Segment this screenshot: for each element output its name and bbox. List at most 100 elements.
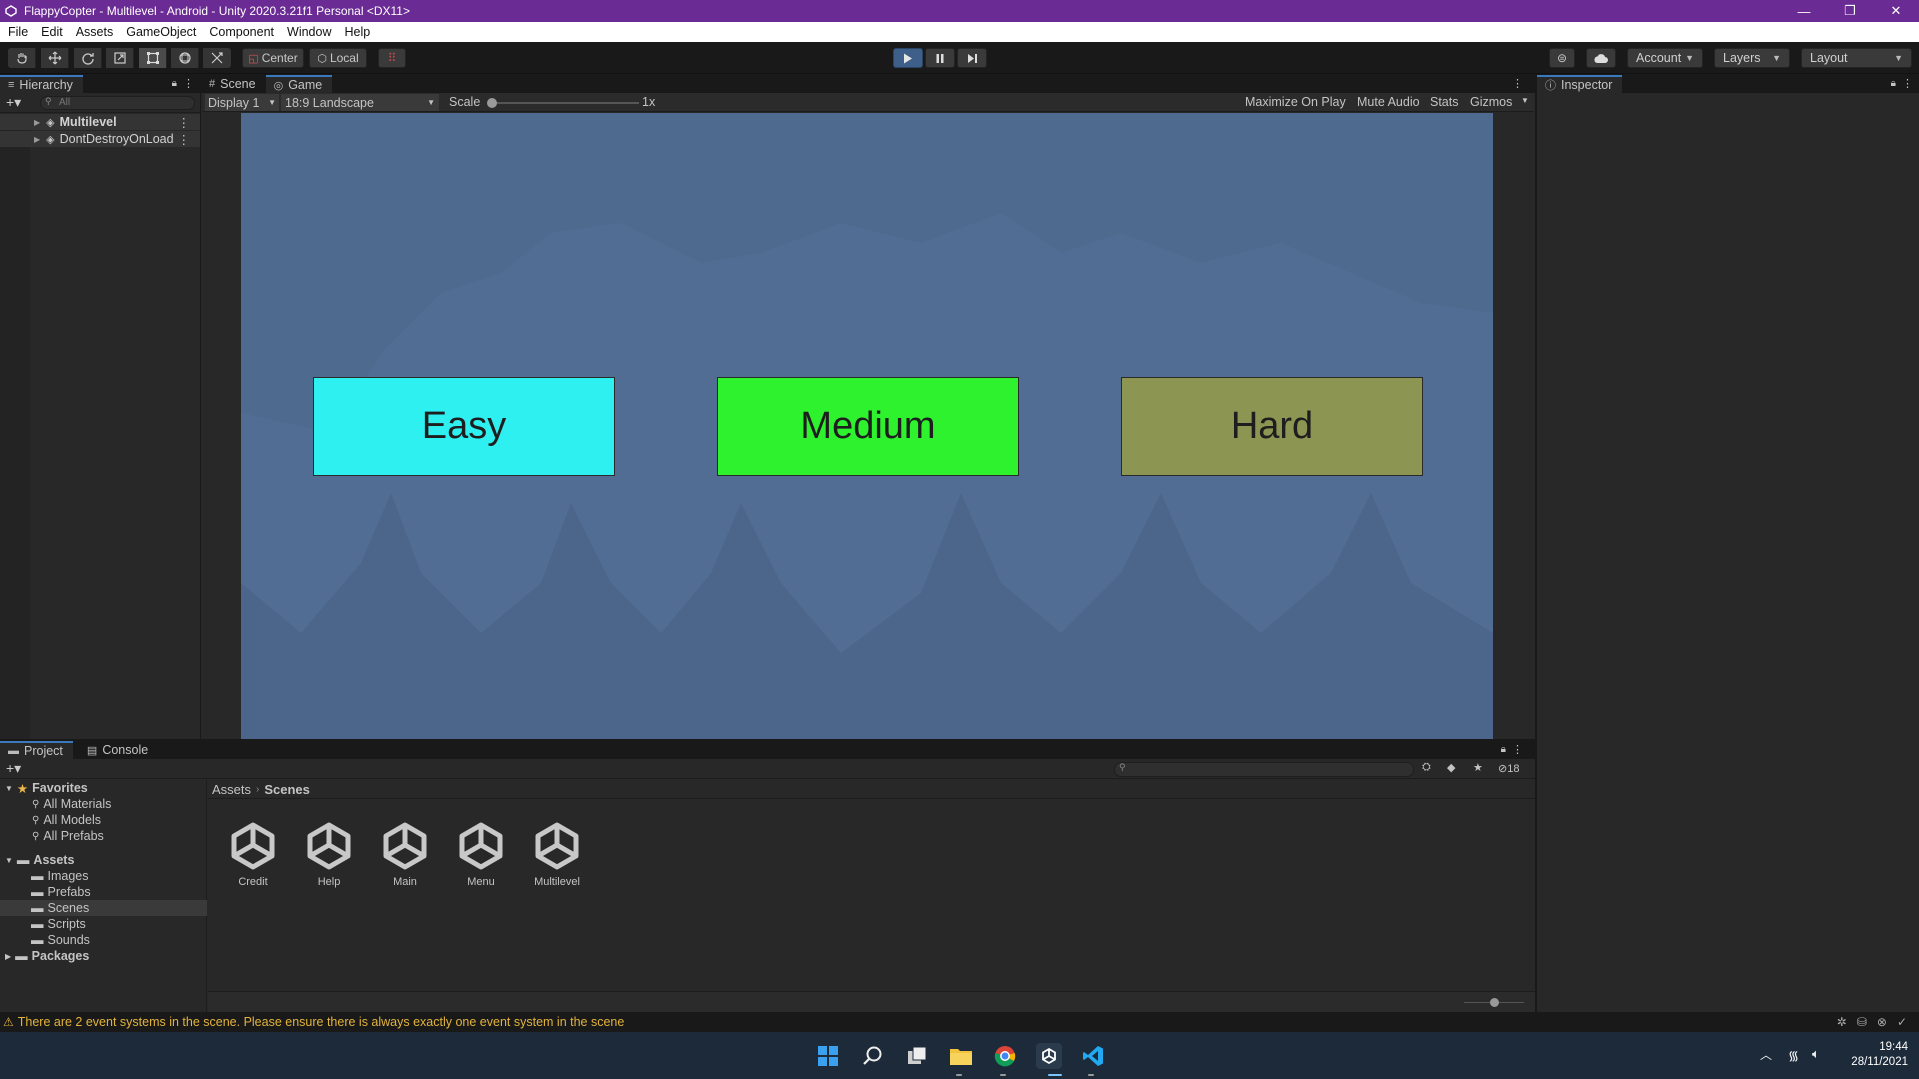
more-options-icon[interactable]: ⋮ [178, 132, 191, 147]
breadcrumb-assets[interactable]: Assets [212, 782, 251, 797]
favorite-item[interactable]: ⚲ All Prefabs [0, 828, 207, 844]
filter-type-icon[interactable]: ⛭ [1422, 761, 1431, 774]
expand-arrow-icon[interactable]: ▶ [34, 118, 40, 127]
hand-tool-icon[interactable] [8, 48, 36, 68]
menu-gameobject[interactable]: GameObject [118, 25, 201, 39]
favorite-item[interactable]: ⚲ All Models [0, 812, 207, 828]
project-search-input[interactable]: ⚲ [1114, 762, 1414, 777]
star-icon[interactable]: ★ [1473, 761, 1483, 774]
close-button[interactable]: ✕ [1873, 0, 1919, 22]
unity-taskbar-icon[interactable] [1036, 1043, 1062, 1069]
tab-scene[interactable]: # Scene [201, 75, 266, 93]
menu-help[interactable]: Help [336, 25, 375, 39]
more-options-icon[interactable]: ⋮ [178, 115, 191, 130]
lock-icon[interactable]: 🔒︎ [1495, 741, 1512, 759]
more-options-icon[interactable]: ⋮ [1902, 75, 1919, 93]
icon-size-slider[interactable] [1464, 998, 1524, 1007]
check-icon[interactable]: ✓ [1897, 1015, 1917, 1029]
lock-icon[interactable]: 🔒︎ [1885, 75, 1902, 93]
file-explorer-icon[interactable] [948, 1043, 974, 1069]
cloud-button[interactable] [1586, 48, 1616, 68]
expand-arrow-icon[interactable]: ▼ [5, 784, 13, 793]
chevron-down-icon[interactable]: ▼ [1521, 96, 1529, 105]
more-options-icon[interactable]: ⋮ [183, 75, 200, 93]
hierarchy-item-dontdestroyonload[interactable]: ▶ ◈ DontDestroyOnLoad ⋮ [0, 131, 200, 147]
mute-audio-toggle[interactable]: Mute Audio [1357, 95, 1420, 109]
play-button[interactable] [893, 48, 923, 68]
medium-button[interactable]: Medium [717, 377, 1019, 476]
scene-asset-help[interactable]: Help [298, 816, 360, 888]
pivot-center-button[interactable]: ◱ Center [242, 48, 304, 68]
task-view-icon[interactable] [904, 1043, 930, 1069]
hidden-packages-button[interactable]: ⊘18 [1498, 762, 1519, 775]
folder-item[interactable]: ▬ Sounds [0, 932, 207, 948]
rect-tool-icon[interactable] [139, 48, 167, 68]
status-bar[interactable]: ⚠ There are 2 event systems in the scene… [0, 1012, 1919, 1032]
menu-file[interactable]: File [0, 25, 33, 39]
scene-asset-menu[interactable]: Menu [450, 816, 512, 888]
chrome-icon[interactable] [992, 1043, 1018, 1069]
tab-hierarchy[interactable]: ≡ Hierarchy [0, 75, 83, 93]
cache-icon[interactable]: ⛁ [1857, 1015, 1877, 1029]
folder-item[interactable]: ▬ Prefabs [0, 884, 207, 900]
stats-toggle[interactable]: Stats [1430, 95, 1459, 109]
aspect-dropdown[interactable]: 18:9 Landscape ▼ [281, 94, 439, 111]
scene-asset-multilevel[interactable]: Multilevel [526, 816, 588, 888]
easy-button[interactable]: Easy [313, 377, 615, 476]
more-options-icon[interactable]: ⋮ [1512, 75, 1535, 93]
display-dropdown[interactable]: Display 1 ▼ [205, 94, 279, 111]
scale-slider-handle[interactable] [487, 98, 497, 108]
step-button[interactable] [957, 48, 987, 68]
hierarchy-search-input[interactable]: ⚲ All [40, 96, 195, 110]
volume-icon[interactable]: 🔈︎ [1812, 1046, 1820, 1062]
scale-tool-icon[interactable] [106, 48, 134, 68]
windows-start-icon[interactable] [815, 1043, 841, 1069]
icon-size-slider-handle[interactable] [1490, 998, 1499, 1007]
hard-button[interactable]: Hard [1121, 377, 1423, 476]
packages-folder[interactable]: ▶ ▬ Packages [0, 948, 207, 964]
scene-asset-credit[interactable]: Credit [222, 816, 284, 888]
hierarchy-item-multilevel[interactable]: ▶ ◈ Multilevel ⋮ [0, 114, 200, 130]
grid-snap-button[interactable]: ⠿ [378, 48, 406, 68]
layers-dropdown[interactable]: Layers ▼ [1714, 48, 1790, 68]
breadcrumb-scenes[interactable]: Scenes [264, 782, 310, 797]
collab-button[interactable]: ⊜ [1549, 48, 1575, 68]
favorites-header[interactable]: ▼ ★ Favorites [0, 780, 207, 796]
menu-assets[interactable]: Assets [68, 25, 119, 39]
menu-window[interactable]: Window [279, 25, 336, 39]
tab-inspector[interactable]: ⓘ Inspector [1537, 75, 1623, 93]
more-options-icon[interactable]: ⋮ [1512, 741, 1535, 759]
vscode-icon[interactable] [1080, 1043, 1106, 1069]
tab-game[interactable]: ◎ Game [265, 75, 333, 93]
maximize-on-play-toggle[interactable]: Maximize On Play [1245, 95, 1346, 109]
auto-generate-icon[interactable]: ⊗ [1877, 1015, 1897, 1029]
tab-project[interactable]: ▬ Project [0, 741, 73, 759]
tab-console[interactable]: ▤ Console [79, 741, 158, 759]
add-icon[interactable]: +▾ [6, 760, 21, 777]
expand-arrow-icon[interactable]: ▶ [34, 135, 40, 144]
debug-icon[interactable]: ✲ [1837, 1015, 1857, 1029]
add-icon[interactable]: +▾ [6, 94, 21, 111]
scale-slider[interactable] [487, 98, 639, 108]
move-tool-icon[interactable] [41, 48, 69, 68]
assets-folder[interactable]: ▼ ▬ Assets [0, 852, 207, 868]
restore-button[interactable]: ❐ [1827, 0, 1873, 22]
rotate-tool-icon[interactable] [74, 48, 102, 68]
custom-tool-icon[interactable] [203, 48, 231, 68]
expand-arrow-icon[interactable]: ▼ [5, 856, 13, 865]
folder-item[interactable]: ▬ Images [0, 868, 207, 884]
label-filter-icon[interactable]: ◆ [1447, 761, 1455, 774]
chevron-up-icon[interactable]: ︿ [1760, 1046, 1772, 1063]
layout-dropdown[interactable]: Layout ▼ [1801, 48, 1912, 68]
search-icon[interactable] [860, 1043, 886, 1069]
pause-button[interactable] [925, 48, 955, 68]
pivot-local-button[interactable]: ⬡ Local [309, 48, 367, 68]
menu-component[interactable]: Component [201, 25, 279, 39]
menu-edit[interactable]: Edit [33, 25, 68, 39]
transform-tool-icon[interactable] [171, 48, 199, 68]
folder-item-selected[interactable]: ▬ Scenes [0, 900, 207, 916]
lock-icon[interactable]: 🔒︎ [166, 75, 183, 93]
wifi-icon[interactable]: ᯾ [1788, 1046, 1799, 1064]
folder-item[interactable]: ▬ Scripts [0, 916, 207, 932]
scene-asset-main[interactable]: Main [374, 816, 436, 888]
